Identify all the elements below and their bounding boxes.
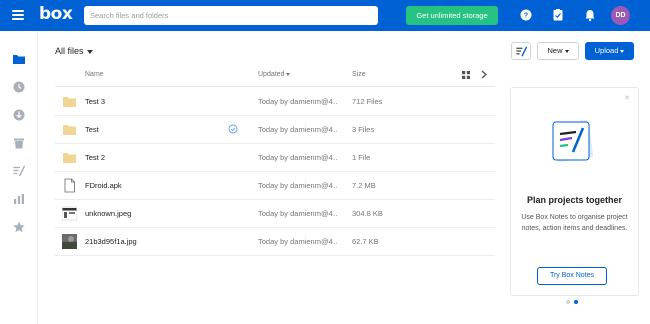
chevron-down-icon: [86, 49, 93, 54]
folder-icon: [63, 153, 76, 163]
chevron-right-icon[interactable]: [481, 70, 487, 79]
file-name[interactable]: Test 2: [85, 153, 105, 162]
new-note-button[interactable]: [511, 42, 531, 60]
column-header-updated-label: Updated: [258, 71, 285, 78]
left-nav-rail: [0, 31, 38, 324]
table-header: Name Updated Size: [55, 64, 495, 87]
box-notes-promo-panel: ✕ Plan projects together Use Box Notes t…: [510, 87, 639, 296]
collaborated-icon: [228, 124, 238, 134]
table-row[interactable]: 21b3d95f1a.jpg Today by damienm@4… 62.7 KB: [55, 228, 495, 256]
trash-icon[interactable]: [12, 136, 26, 150]
updated-info: Today by damienm@4…: [258, 97, 338, 106]
recents-icon[interactable]: [12, 80, 26, 94]
folder-icon: [63, 125, 76, 135]
top-bar: box Get unlimited storage ? DD: [0, 0, 650, 31]
item-size: 3 Files: [352, 125, 375, 134]
help-icon[interactable]: ?: [519, 8, 533, 22]
get-unlimited-storage-button[interactable]: Get unlimited storage: [406, 6, 498, 25]
item-size: 62.7 KB: [352, 237, 379, 246]
table-row[interactable]: Test Today by damienm@4… 3 Files: [55, 116, 495, 144]
image-thumbnail-icon: [62, 234, 77, 249]
file-name[interactable]: Test: [85, 125, 99, 134]
all-files-dropdown[interactable]: All files: [55, 46, 93, 56]
try-box-notes-button[interactable]: Try Box Notes: [537, 267, 607, 285]
new-button[interactable]: New: [537, 42, 579, 60]
file-name[interactable]: unknown.jpeg: [85, 209, 131, 218]
box-logo[interactable]: box: [39, 4, 73, 24]
file-icon: [64, 178, 75, 193]
page-title: All files: [55, 46, 84, 56]
chevron-down-icon: [620, 49, 625, 53]
grid-view-icon[interactable]: [462, 71, 470, 79]
tasks-icon[interactable]: [551, 8, 565, 22]
box-notes-illustration: [552, 120, 594, 162]
sort-caret-icon: [286, 72, 291, 76]
chevron-down-icon: [564, 49, 569, 53]
menu-icon[interactable]: [12, 10, 24, 20]
item-size: 7.2 MB: [352, 181, 376, 190]
carousel-dot[interactable]: [566, 300, 570, 304]
file-name[interactable]: Test 3: [85, 97, 105, 106]
item-size: 304.8 KB: [352, 209, 383, 218]
image-thumbnail-icon: [62, 206, 77, 221]
updated-info: Today by damienm@4…: [258, 209, 338, 218]
close-icon[interactable]: ✕: [624, 94, 630, 102]
updated-info: Today by damienm@4…: [258, 153, 338, 162]
column-header-name[interactable]: Name: [85, 71, 104, 78]
search-input[interactable]: [84, 6, 334, 25]
file-name[interactable]: FDroid.apk: [85, 181, 122, 190]
folder-icon: [63, 97, 76, 107]
table-row[interactable]: Test 3 Today by damienm@4… 712 Files: [55, 88, 495, 116]
upload-button-label: Upload: [594, 46, 619, 55]
carousel-dots: [566, 300, 582, 305]
promo-title: Plan projects together: [526, 195, 623, 205]
table-row[interactable]: unknown.jpeg Today by damienm@4… 304.8 KB: [55, 200, 495, 228]
updated-info: Today by damienm@4…: [258, 125, 338, 134]
table-row[interactable]: Test 2 Today by damienm@4… 1 File: [55, 144, 495, 172]
updated-info: Today by damienm@4…: [258, 237, 338, 246]
user-avatar[interactable]: DD: [611, 6, 630, 25]
column-header-updated[interactable]: Updated: [258, 71, 291, 78]
item-size: 712 Files: [352, 97, 383, 106]
notes-icon: [516, 46, 528, 57]
updated-info: Today by damienm@4…: [258, 181, 338, 190]
synced-icon[interactable]: [12, 108, 26, 122]
notifications-icon[interactable]: [583, 8, 597, 22]
svg-text:?: ?: [524, 13, 528, 20]
new-button-label: New: [547, 46, 563, 55]
column-header-size[interactable]: Size: [352, 71, 366, 78]
search-box: [84, 6, 457, 25]
relay-icon[interactable]: [12, 192, 26, 206]
upload-button[interactable]: Upload: [585, 42, 634, 60]
notes-icon[interactable]: [12, 164, 26, 178]
all-files-icon[interactable]: [12, 52, 26, 66]
table-row[interactable]: FDroid.apk Today by damienm@4… 7.2 MB: [55, 172, 495, 200]
item-size: 1 File: [352, 153, 371, 162]
promo-description: Use Box Notes to organise project notes,…: [521, 214, 628, 232]
carousel-dot-active[interactable]: [574, 300, 578, 304]
favorites-icon[interactable]: [12, 220, 26, 234]
file-name[interactable]: 21b3d95f1a.jpg: [85, 237, 137, 246]
